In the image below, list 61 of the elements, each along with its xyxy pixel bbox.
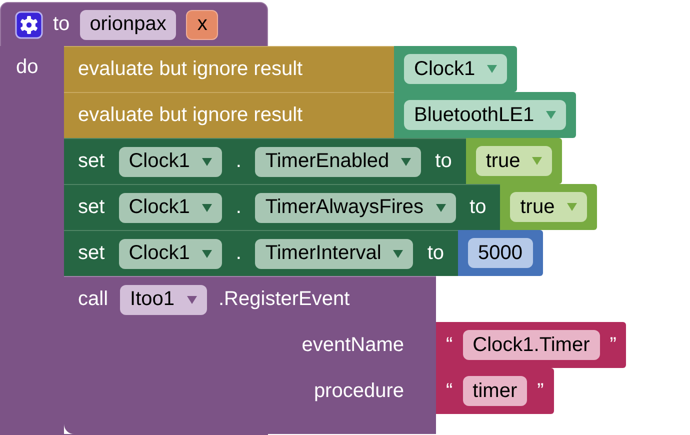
value-block[interactable]: true (466, 138, 562, 184)
block-label: evaluate but ignore result (78, 104, 303, 127)
set-block[interactable]: set Clock1 . TimerInterval to (64, 230, 458, 276)
dropdown-field[interactable]: true (510, 192, 587, 222)
dropdown-field[interactable]: true (476, 146, 552, 176)
dot-label: . (236, 150, 242, 173)
method-label: .RegisterEvent (218, 288, 350, 311)
dropdown-arrow-icon (546, 111, 556, 119)
procedure-header[interactable]: to orionpax x (0, 2, 268, 46)
dropdown-arrow-icon (401, 158, 412, 166)
do-label: do (16, 56, 38, 78)
component-dropdown[interactable]: Clock1 (118, 192, 222, 222)
dropdown-arrow-icon (202, 204, 212, 212)
number-field[interactable]: 5000 (468, 238, 533, 268)
keyword-label: set (78, 242, 105, 265)
property-dropdown[interactable]: TimerInterval (255, 238, 414, 268)
dropdown-arrow-icon (202, 250, 212, 258)
dot-label: . (236, 242, 242, 265)
keyword-label: to (53, 13, 70, 36)
dropdown-arrow-icon (393, 250, 404, 258)
dropdown-arrow-icon (487, 65, 498, 73)
keyword-label: to (427, 242, 444, 265)
keyword-label: to (435, 150, 452, 173)
call-block[interactable]: call Itoo1 .RegisterEvent (64, 276, 436, 322)
value-block[interactable]: Clock1 (394, 46, 518, 92)
text-block[interactable]: “ Clock1.Timer ” (436, 322, 626, 368)
set-block[interactable]: set Clock1 . TimerEnabled to (64, 138, 466, 184)
value-block[interactable]: 5000 (458, 230, 543, 276)
dropdown-field[interactable]: Clock1 (404, 54, 508, 84)
keyword-label: set (78, 150, 105, 173)
quote-label: “ (446, 380, 453, 402)
value-block[interactable]: BluetoothLE1 (394, 92, 576, 138)
dropdown-field[interactable]: BluetoothLE1 (404, 100, 566, 130)
dropdown-arrow-icon (186, 296, 196, 304)
property-dropdown[interactable]: TimerAlwaysFires (255, 192, 456, 222)
text-field[interactable]: timer (462, 376, 528, 406)
block-label: evaluate but ignore result (78, 58, 303, 81)
parameter-field[interactable]: x (186, 10, 218, 40)
quote-label: ” (610, 334, 616, 356)
keyword-label: set (78, 196, 105, 219)
dropdown-arrow-icon (532, 157, 542, 165)
text-block[interactable]: “ timer ” (436, 368, 554, 414)
component-dropdown[interactable]: Clock1 (118, 146, 222, 176)
argument-label: procedure (314, 380, 404, 402)
quote-label: ” (537, 380, 544, 402)
component-dropdown[interactable]: Clock1 (118, 238, 222, 268)
dropdown-arrow-icon (566, 203, 577, 211)
property-dropdown[interactable]: TimerEnabled (255, 146, 422, 176)
argument-label: eventName (302, 334, 404, 356)
procedure-name-field[interactable]: orionpax (80, 10, 176, 40)
value-block[interactable]: true (500, 184, 597, 230)
keyword-label: call (78, 288, 108, 311)
text-field[interactable]: Clock1.Timer (462, 330, 600, 360)
dropdown-arrow-icon (202, 158, 212, 166)
dropdown-arrow-icon (436, 204, 446, 212)
quote-label: “ (446, 334, 453, 356)
component-dropdown[interactable]: Itoo1 (120, 284, 206, 314)
gear-icon[interactable] (15, 10, 43, 38)
keyword-label: to (470, 196, 486, 219)
set-block[interactable]: set Clock1 . TimerAlwaysFires to (64, 184, 500, 230)
dot-label: . (236, 196, 242, 219)
